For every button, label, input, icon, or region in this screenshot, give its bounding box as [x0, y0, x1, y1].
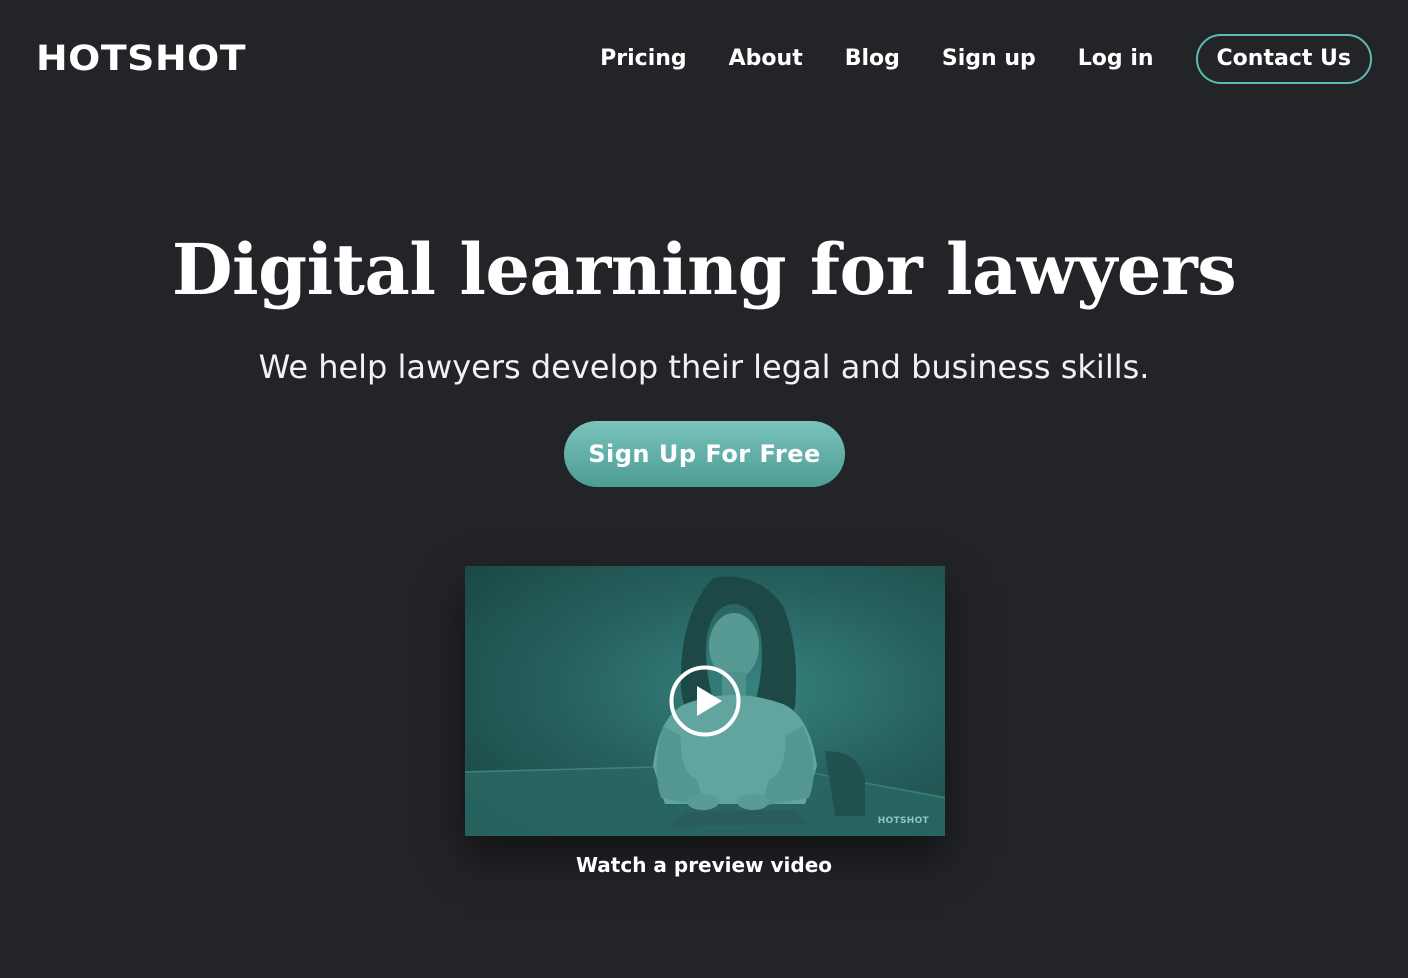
preview-video[interactable]: HOTSHOT [465, 566, 945, 836]
main-nav: Pricing About Blog Sign up Log in Contac… [600, 34, 1372, 84]
play-icon[interactable] [669, 665, 741, 737]
nav-link-sign-up[interactable]: Sign up [942, 34, 1036, 84]
video-watermark: HOTSHOT [877, 816, 929, 826]
contact-us-button[interactable]: Contact Us [1195, 34, 1372, 84]
nav-link-pricing[interactable]: Pricing [600, 34, 687, 84]
nav-link-blog[interactable]: Blog [845, 34, 900, 84]
hotshot-logo[interactable]: HOTSHOT [36, 38, 246, 80]
sign-up-free-button[interactable]: Sign Up For Free [564, 421, 845, 487]
site-header: HOTSHOT Pricing About Blog Sign up Log i… [0, 0, 1408, 118]
nav-link-about[interactable]: About [729, 34, 803, 84]
hero-subtitle: We help lawyers develop their legal and … [258, 348, 1150, 386]
video-caption[interactable]: Watch a preview video [0, 850, 1408, 880]
nav-link-log-in[interactable]: Log in [1078, 34, 1154, 84]
hero-title: Digital learning for lawyers [171, 228, 1237, 311]
